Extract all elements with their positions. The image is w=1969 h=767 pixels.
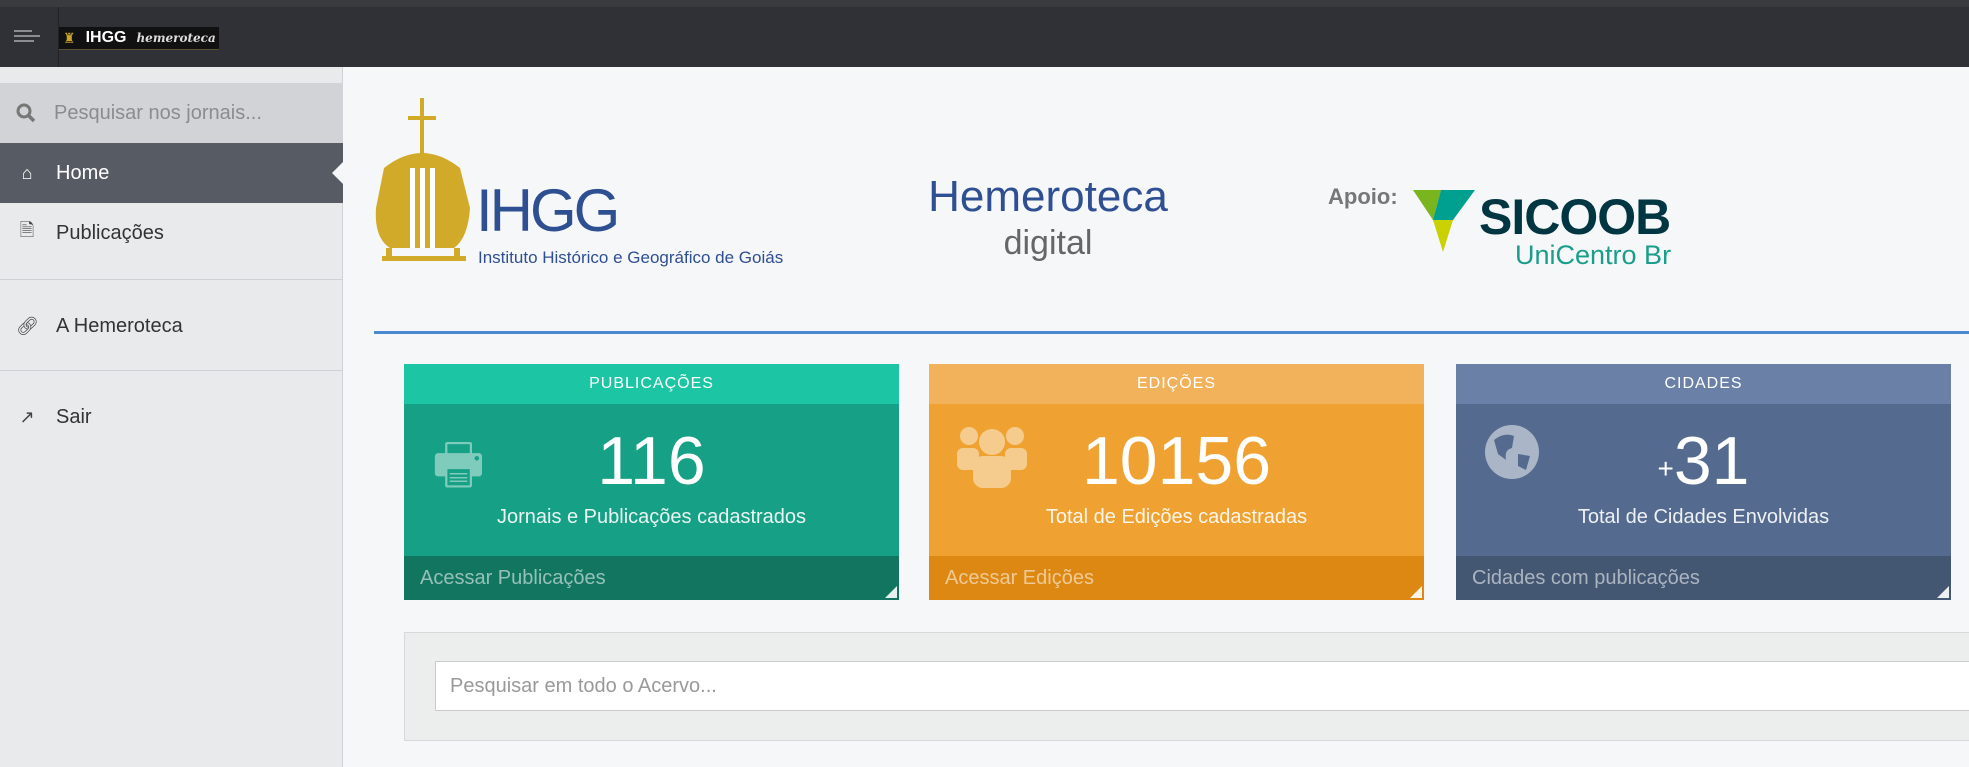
brand-logo[interactable]: ♜ IHGG hemeroteca: [59, 27, 219, 50]
sidebar-item-publicacoes[interactable]: 🗎 Publicações: [0, 203, 343, 263]
sidebar-search-input[interactable]: Pesquisar nos jornais...: [54, 102, 262, 125]
sidebar-item-label: A Hemeroteca: [56, 314, 183, 337]
card-link[interactable]: Acessar Publicações: [404, 556, 899, 600]
card-subtitle: Total de Cidades Envolvidas: [1577, 506, 1830, 528]
window-strip: [0, 0, 1969, 7]
divider: [0, 279, 343, 280]
ihgg-logo-text: IHGG: [476, 177, 620, 244]
users-icon: [957, 427, 1027, 488]
sidebar-item-sair[interactable]: ↗ Sair: [0, 387, 343, 447]
sidebar-item-a-hemeroteca[interactable]: 🔗︎ A Hemeroteca: [0, 296, 343, 356]
brand-name: IHGG: [85, 29, 127, 46]
external-link-icon: ↗: [19, 406, 35, 427]
card-link[interactable]: Acessar Edições: [929, 556, 1424, 600]
hemeroteca-title: Hemeroteca: [928, 172, 1168, 221]
card-cidades: CIDADES +31 Total de Cidades Envolvidas …: [1456, 364, 1951, 600]
sidebar-item-label: Home: [56, 161, 110, 184]
sponsor-subtitle: UniCentro Br: [1515, 240, 1672, 270]
acervo-search-input[interactable]: [435, 661, 1969, 711]
print-icon: 🖶: [432, 432, 485, 495]
card-edicoes: EDIÇÕES 10156 Total de Edições cadastrad…: [929, 364, 1424, 600]
top-bar: ♜ IHGG hemeroteca: [0, 7, 1969, 67]
hemeroteca-subtitle: digital: [1003, 224, 1093, 262]
sidebar-item-label: Publicações: [56, 221, 164, 244]
sidebar-search[interactable]: Pesquisar nos jornais...: [0, 83, 343, 143]
ihgg-logo: IHGG Instituto Histórico e Geográfico de…: [374, 98, 844, 270]
card-title: CIDADES: [1456, 364, 1951, 404]
card-title: PUBLICAÇÕES: [404, 364, 899, 404]
hamburger-menu-icon[interactable]: [14, 27, 42, 47]
home-icon: ⌂: [21, 162, 33, 183]
card-title: EDIÇÕES: [929, 364, 1424, 404]
brand-subname: hemeroteca: [136, 31, 216, 45]
ihgg-subtitle: Instituto Histórico e Geográfico de Goiá…: [478, 248, 784, 267]
apoio-label: Apoio:: [1328, 184, 1398, 209]
sidebar: Pesquisar nos jornais... ⌂ Home 🗎 Public…: [0, 67, 344, 767]
sidebar-item-label: Sair: [56, 405, 92, 428]
link-icon: 🔗︎: [16, 315, 39, 336]
sponsor-name: SICOOB: [1479, 189, 1671, 245]
card-subtitle: Total de Edições cadastradas: [1045, 506, 1308, 528]
card-publicacoes: PUBLICAÇÕES 🖶 116 Jornais e Publicações …: [404, 364, 899, 600]
pdf-file-icon: 🗎: [19, 220, 35, 240]
sicoob-mark-icon: [1413, 190, 1475, 252]
globe-icon: [1485, 425, 1539, 479]
search-panel: [404, 632, 1969, 741]
card-link[interactable]: Cidades com publicações: [1456, 556, 1951, 600]
divider: [0, 370, 343, 371]
search-icon: [16, 103, 36, 123]
monument-icon: ♜: [63, 29, 76, 46]
sidebar-item-home[interactable]: ⌂ Home: [0, 143, 344, 203]
card-subtitle: Jornais e Publicações cadastrados: [496, 506, 807, 528]
monument-icon: [375, 98, 470, 261]
header-divider: [374, 331, 1969, 334]
hemeroteca-digital-logo: Hemeroteca digital: [923, 172, 1173, 263]
